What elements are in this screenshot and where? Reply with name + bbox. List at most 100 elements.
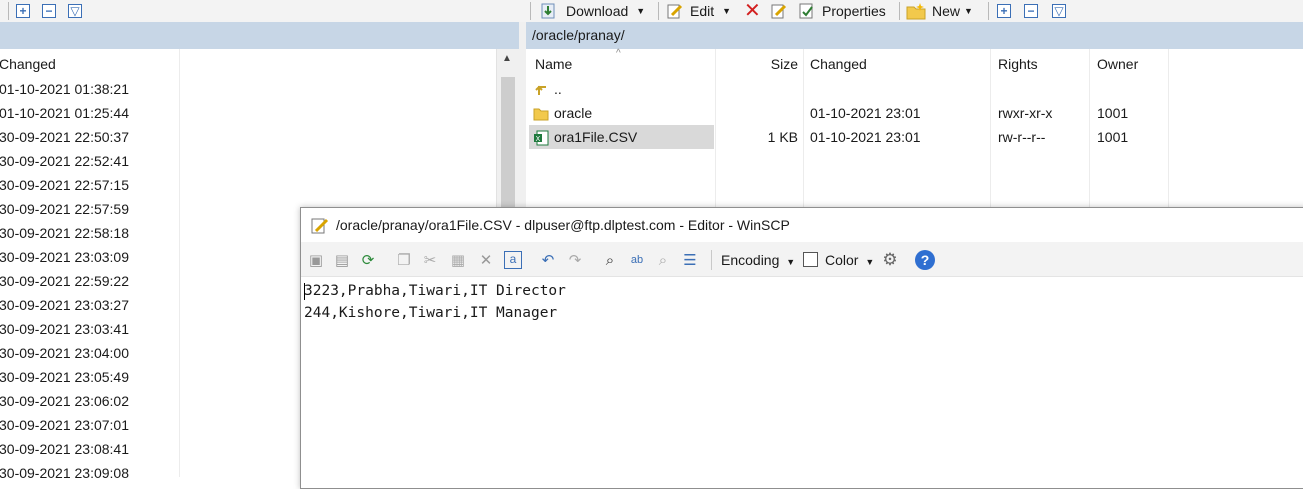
left-path-bar[interactable] xyxy=(0,22,519,49)
delete-icon: ✕ xyxy=(744,0,761,22)
left-file-row-changed[interactable]: 30-09-2021 23:07:01 xyxy=(0,413,129,437)
left-filter-button[interactable]: ▽ xyxy=(68,2,82,20)
download-icon xyxy=(541,3,555,19)
download-button[interactable]: Download ▼ xyxy=(540,2,645,20)
left-remove-filter-button[interactable]: − xyxy=(42,2,56,20)
right-remove-filter-button[interactable]: − xyxy=(1024,2,1038,20)
left-file-row-changed[interactable]: 30-09-2021 23:05:49 xyxy=(0,365,129,389)
editor-title-bar[interactable]: /oracle/pranay/ora1File.CSV - dlpuser@ft… xyxy=(301,208,1303,242)
file-owner: 1001 xyxy=(1097,129,1129,145)
parent-dir-icon xyxy=(533,81,549,97)
binoculars-icon: ⌕ xyxy=(605,251,615,269)
column-header-rights[interactable]: Rights xyxy=(998,49,1038,79)
toolbar-separator xyxy=(899,2,900,20)
undo-button[interactable]: ↶ xyxy=(538,250,558,270)
new-button[interactable]: New ▼ xyxy=(906,2,973,20)
rename-icon xyxy=(771,4,787,19)
save-icon: ▣ xyxy=(308,252,324,269)
file-changed: 01-10-2021 23:01 xyxy=(810,105,921,121)
editor-line: 3223,Prabha,Tiwari,IT Director xyxy=(304,283,566,299)
editor-window[interactable]: /oracle/pranay/ora1File.CSV - dlpuser@ft… xyxy=(300,207,1303,489)
delete-button[interactable]: ✕ xyxy=(744,0,761,22)
left-file-row-changed[interactable]: 30-09-2021 22:59:22 xyxy=(0,269,129,293)
column-header-changed[interactable]: Changed xyxy=(810,49,867,79)
left-file-row-changed[interactable]: 01-10-2021 01:25:44 xyxy=(0,101,129,125)
svg-text:X: X xyxy=(536,135,541,143)
left-file-row-changed[interactable]: 30-09-2021 23:03:27 xyxy=(0,293,129,317)
replace-button[interactable]: ab xyxy=(627,250,647,270)
properties-label: Properties xyxy=(822,3,886,19)
copy-button[interactable]: ❐ xyxy=(394,250,414,270)
minus-icon: − xyxy=(1024,4,1038,18)
save-button[interactable]: ▣ xyxy=(306,250,326,270)
left-file-row-changed[interactable]: 30-09-2021 22:50:37 xyxy=(0,125,129,149)
toolbar-separator xyxy=(530,2,531,20)
color-dropdown[interactable]: Color ▼ xyxy=(825,252,874,268)
save-as-button[interactable]: ▤ xyxy=(332,250,352,270)
select-all-button[interactable]: a xyxy=(503,250,523,270)
left-file-row-changed[interactable]: 30-09-2021 23:04:00 xyxy=(0,341,129,365)
left-file-row-changed[interactable]: 30-09-2021 23:09:08 xyxy=(0,461,129,485)
column-header-size[interactable]: Size xyxy=(716,49,798,79)
go-to-line-button[interactable]: ☰ xyxy=(680,250,700,270)
filter-icon: ▽ xyxy=(68,4,82,18)
left-file-row-changed[interactable]: 30-09-2021 23:06:02 xyxy=(0,389,129,413)
left-file-row-changed[interactable]: 30-09-2021 22:57:15 xyxy=(0,173,129,197)
scrollbar-thumb[interactable] xyxy=(501,77,515,217)
column-header-owner[interactable]: Owner xyxy=(1097,49,1138,79)
file-name: ora1File.CSV xyxy=(554,129,638,145)
left-file-row-changed[interactable]: 30-09-2021 22:52:41 xyxy=(0,149,129,173)
left-file-row-changed[interactable]: 30-09-2021 22:58:18 xyxy=(0,221,129,245)
rename-button[interactable] xyxy=(770,2,788,20)
right-path-bar[interactable]: /oracle/pranay/ xyxy=(526,22,1303,49)
left-column-header-changed[interactable]: Changed xyxy=(0,49,56,79)
left-file-row-changed[interactable]: 01-10-2021 01:38:21 xyxy=(0,77,129,101)
find-button[interactable]: ⌕ xyxy=(600,250,620,270)
help-button[interactable]: ? xyxy=(915,250,935,270)
file-changed: 01-10-2021 23:01 xyxy=(810,129,921,145)
plus-icon: + xyxy=(16,4,30,18)
new-label: New xyxy=(932,3,961,19)
encoding-dropdown[interactable]: Encoding ▼ xyxy=(721,252,795,268)
left-file-row-changed[interactable]: 30-09-2021 23:03:09 xyxy=(0,245,129,269)
file-row[interactable]: oracle 01-10-2021 23:01 rwxr-xr-x 1001 xyxy=(526,101,1303,125)
select-all-icon: a xyxy=(504,251,522,269)
column-header-name[interactable]: Name xyxy=(535,49,572,79)
color-swatch[interactable] xyxy=(803,252,818,267)
preferences-button[interactable]: ⚙ xyxy=(880,250,900,270)
new-folder-icon xyxy=(906,3,926,20)
right-filter-button[interactable]: ▽ xyxy=(1052,2,1066,20)
filter-icon: ▽ xyxy=(1052,4,1066,18)
left-file-row-changed[interactable]: 30-09-2021 23:08:41 xyxy=(0,437,129,461)
right-path-text: /oracle/pranay/ xyxy=(532,27,625,43)
folder-icon xyxy=(533,105,549,121)
right-add-filter-button[interactable]: + xyxy=(997,2,1011,20)
editor-toolbar: ▣ ▤ ⟳ ❐ ✂ ▦ ✕ a ↶ ↷ ⌕ ab ⌕ ☰ Encoding ▼ … xyxy=(301,242,1303,277)
edit-button[interactable]: Edit ▼ xyxy=(666,2,731,20)
chevron-down-icon: ▼ xyxy=(722,6,732,16)
editor-text-area[interactable]: 3223,Prabha,Tiwari,IT Director 244,Kishor… xyxy=(304,280,566,324)
file-row[interactable]: .. xyxy=(526,77,1303,101)
properties-button[interactable]: Properties xyxy=(798,2,886,20)
editor-line: 244,Kishore,Tiwari,IT Manager xyxy=(304,305,558,321)
edit-label: Edit xyxy=(690,3,715,19)
redo-button[interactable]: ↷ xyxy=(565,250,585,270)
find-next-button[interactable]: ⌕ xyxy=(653,250,673,270)
chevron-down-icon: ▼ xyxy=(786,257,796,267)
toolbar-separator xyxy=(988,2,989,20)
left-add-filter-button[interactable]: + xyxy=(16,2,30,20)
left-file-row-changed[interactable]: 30-09-2021 23:03:41 xyxy=(0,317,129,341)
file-rights: rw-r--r-- xyxy=(998,129,1046,145)
reload-button[interactable]: ⟳ xyxy=(358,250,378,270)
toolbar-separator xyxy=(658,2,659,20)
column-divider xyxy=(179,49,180,477)
cut-button[interactable]: ✂ xyxy=(420,250,440,270)
file-row[interactable]: Xora1File.CSV 1 KB 01-10-2021 23:01 rw-r--r… xyxy=(526,125,1303,149)
delete-icon: ✕ xyxy=(479,252,493,269)
scroll-up-icon[interactable]: ▲ xyxy=(502,53,512,64)
file-owner: 1001 xyxy=(1097,105,1129,121)
left-file-row-changed[interactable]: 30-09-2021 22:57:59 xyxy=(0,197,129,221)
delete-text-button[interactable]: ✕ xyxy=(476,250,496,270)
paste-button[interactable]: ▦ xyxy=(448,250,468,270)
color-label: Color xyxy=(825,252,859,268)
